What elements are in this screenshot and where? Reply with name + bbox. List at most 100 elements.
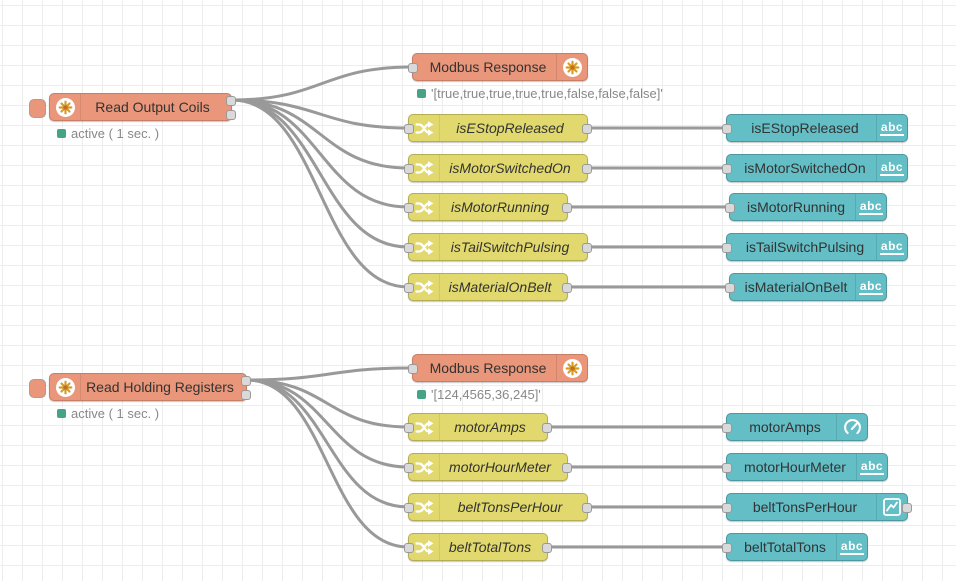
change-icon bbox=[415, 120, 434, 137]
node-ch-hourmeter[interactable]: motorHourMeter bbox=[408, 453, 568, 481]
node-read-holding[interactable]: Read Holding Registers bbox=[49, 373, 247, 401]
abc-icon: abc bbox=[880, 121, 904, 136]
output-port[interactable] bbox=[241, 376, 251, 386]
abc-icon: abc bbox=[859, 200, 883, 215]
input-port[interactable] bbox=[408, 63, 418, 73]
node-ui-tailswitch[interactable]: abcisTailSwitchPulsing bbox=[726, 233, 908, 261]
node-icon-section: abc bbox=[836, 534, 867, 560]
node-label: Modbus Response bbox=[419, 355, 557, 381]
node-label: isTailSwitchPulsing bbox=[733, 234, 877, 260]
input-port[interactable] bbox=[404, 164, 414, 174]
node-ui-switchedon[interactable]: abcisMotorSwitchedOn bbox=[726, 154, 908, 182]
node-label: motorHourMeter bbox=[733, 454, 857, 480]
input-port[interactable] bbox=[404, 243, 414, 253]
output-port[interactable] bbox=[542, 423, 552, 433]
wire[interactable] bbox=[247, 380, 408, 467]
wire[interactable] bbox=[232, 100, 408, 247]
node-ui-amps[interactable]: motorAmps bbox=[726, 413, 868, 441]
wire[interactable] bbox=[247, 368, 412, 380]
node-ui-estop[interactable]: abcisEStopReleased bbox=[726, 114, 908, 142]
output-port[interactable] bbox=[902, 503, 912, 513]
node-button[interactable] bbox=[29, 99, 46, 118]
node-ch-tailswitch[interactable]: isTailSwitchPulsing bbox=[408, 233, 588, 261]
node-button[interactable] bbox=[29, 379, 46, 398]
input-port[interactable] bbox=[404, 463, 414, 473]
modbus-icon bbox=[56, 378, 75, 397]
node-icon-section bbox=[50, 94, 81, 120]
input-port[interactable] bbox=[404, 423, 414, 433]
node-icon-section: abc bbox=[856, 454, 887, 480]
node-label: isEStopReleased bbox=[733, 115, 877, 141]
status-text: active ( 1 sec. ) bbox=[71, 126, 159, 141]
node-icon-section bbox=[836, 414, 867, 440]
node-status: '[true,true,true,true,true,false,false,f… bbox=[417, 86, 663, 101]
output-port[interactable] bbox=[241, 390, 251, 400]
output-port[interactable] bbox=[542, 543, 552, 553]
input-port[interactable] bbox=[404, 124, 414, 134]
input-port[interactable] bbox=[722, 124, 732, 134]
output-port[interactable] bbox=[582, 503, 592, 513]
status-text: active ( 1 sec. ) bbox=[71, 406, 159, 421]
node-resp1[interactable]: Modbus Response bbox=[412, 53, 588, 81]
node-ui-hourmeter[interactable]: abcmotorHourMeter bbox=[726, 453, 888, 481]
input-port[interactable] bbox=[722, 164, 732, 174]
output-port[interactable] bbox=[226, 110, 236, 120]
node-label: isMotorSwitchedOn bbox=[439, 155, 581, 181]
abc-icon-label: abc bbox=[880, 161, 904, 176]
node-icon-section: abc bbox=[876, 234, 907, 260]
output-port[interactable] bbox=[562, 283, 572, 293]
flow-canvas[interactable]: Read Output Coils active ( 1 sec. ) Modbu… bbox=[0, 0, 956, 581]
node-read-coils[interactable]: Read Output Coils bbox=[49, 93, 232, 121]
input-port[interactable] bbox=[725, 203, 735, 213]
input-port[interactable] bbox=[408, 364, 418, 374]
node-ui-totaltons[interactable]: abcbeltTotalTons bbox=[726, 533, 868, 561]
abc-icon: abc bbox=[859, 280, 883, 295]
node-ch-totaltons[interactable]: beltTotalTons bbox=[408, 533, 548, 561]
wire[interactable] bbox=[232, 100, 408, 168]
node-ch-estop[interactable]: isEStopReleased bbox=[408, 114, 588, 142]
node-ui-running[interactable]: abcisMotorRunning bbox=[729, 193, 887, 221]
change-icon bbox=[415, 419, 434, 436]
node-ch-material[interactable]: isMaterialOnBelt bbox=[408, 273, 568, 301]
input-port[interactable] bbox=[722, 243, 732, 253]
node-label: Modbus Response bbox=[419, 54, 557, 80]
node-ui-tph[interactable]: beltTonsPerHour bbox=[726, 493, 908, 521]
output-port[interactable] bbox=[582, 164, 592, 174]
gauge-icon bbox=[843, 418, 862, 437]
node-label: beltTotalTons bbox=[439, 534, 541, 560]
node-label: isEStopReleased bbox=[439, 115, 581, 141]
node-ui-material[interactable]: abcisMaterialOnBelt bbox=[729, 273, 887, 301]
input-port[interactable] bbox=[722, 503, 732, 513]
input-port[interactable] bbox=[404, 543, 414, 553]
input-port[interactable] bbox=[725, 283, 735, 293]
node-label: isMaterialOnBelt bbox=[439, 274, 561, 300]
node-label: beltTonsPerHour bbox=[439, 494, 581, 520]
node-ch-switchedon[interactable]: isMotorSwitchedOn bbox=[408, 154, 588, 182]
input-port[interactable] bbox=[722, 463, 732, 473]
input-port[interactable] bbox=[722, 543, 732, 553]
output-port[interactable] bbox=[582, 124, 592, 134]
change-icon bbox=[415, 199, 434, 216]
input-port[interactable] bbox=[722, 423, 732, 433]
node-ch-running[interactable]: isMotorRunning bbox=[408, 193, 568, 221]
input-port[interactable] bbox=[404, 283, 414, 293]
output-port[interactable] bbox=[562, 463, 572, 473]
node-icon-section: abc bbox=[855, 274, 886, 300]
abc-icon-label: abc bbox=[880, 121, 904, 136]
node-icon-section bbox=[556, 54, 587, 80]
node-resp2[interactable]: Modbus Response bbox=[412, 354, 588, 382]
input-port[interactable] bbox=[404, 503, 414, 513]
node-label: isMotorSwitchedOn bbox=[733, 155, 877, 181]
wire[interactable] bbox=[247, 380, 408, 507]
output-port[interactable] bbox=[562, 203, 572, 213]
node-status: active ( 1 sec. ) bbox=[57, 406, 159, 421]
chart-icon bbox=[882, 497, 902, 517]
node-ch-tph[interactable]: beltTonsPerHour bbox=[408, 493, 588, 521]
wire[interactable] bbox=[232, 67, 412, 100]
output-port[interactable] bbox=[226, 96, 236, 106]
input-port[interactable] bbox=[404, 203, 414, 213]
status-text: '[124,4565,36,245]' bbox=[431, 387, 541, 402]
node-ch-amps[interactable]: motorAmps bbox=[408, 413, 548, 441]
node-label: isMotorRunning bbox=[439, 194, 561, 220]
output-port[interactable] bbox=[582, 243, 592, 253]
